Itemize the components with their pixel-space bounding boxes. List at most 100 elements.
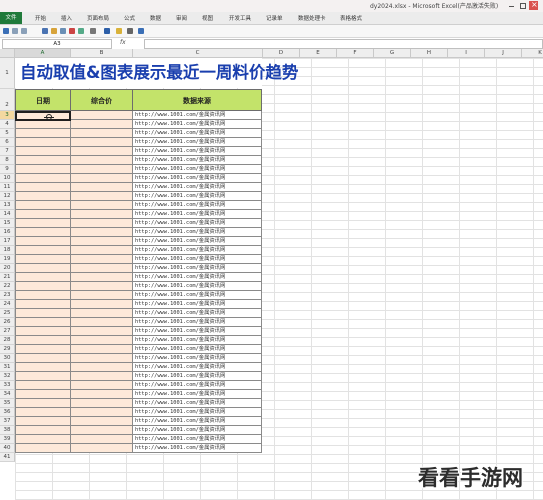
date-cell[interactable] — [15, 138, 71, 147]
source-url-cell[interactable]: http://www.1001.com/金属资讯网 — [132, 354, 262, 363]
column-header[interactable]: H — [411, 49, 448, 58]
source-url-cell[interactable]: http://www.1001.com/金属资讯网 — [132, 345, 262, 354]
date-cell[interactable] — [15, 309, 71, 318]
row-header[interactable]: 8 — [0, 156, 15, 165]
price-cell[interactable] — [70, 120, 133, 129]
date-cell[interactable] — [15, 174, 71, 183]
row-header[interactable]: 37 — [0, 417, 15, 426]
date-cell[interactable] — [15, 318, 71, 327]
date-cell[interactable] — [15, 237, 71, 246]
source-url-cell[interactable]: http://www.1001.com/金属资讯网 — [132, 372, 262, 381]
format-icon[interactable] — [69, 28, 75, 34]
price-cell[interactable] — [70, 237, 133, 246]
price-cell[interactable] — [70, 273, 133, 282]
row-header[interactable]: 14 — [0, 210, 15, 219]
date-cell[interactable] — [15, 228, 71, 237]
date-cell[interactable] — [15, 408, 71, 417]
date-cell[interactable] — [15, 399, 71, 408]
price-cell[interactable] — [70, 219, 133, 228]
tab-view[interactable]: 视图 — [202, 14, 213, 22]
row-header[interactable]: 39 — [0, 435, 15, 444]
source-url-cell[interactable]: http://www.1001.com/金属资讯网 — [132, 417, 262, 426]
source-url-cell[interactable]: http://www.1001.com/金属资讯网 — [132, 435, 262, 444]
date-cell[interactable] — [15, 147, 71, 156]
date-cell[interactable] — [15, 219, 71, 228]
column-header[interactable]: E — [300, 49, 337, 58]
date-cell[interactable] — [15, 291, 71, 300]
minimize-icon[interactable] — [507, 1, 516, 10]
price-cell[interactable] — [70, 165, 133, 174]
source-url-cell[interactable]: http://www.1001.com/金属资讯网 — [132, 327, 262, 336]
date-cell[interactable] — [15, 183, 71, 192]
tab-data-card[interactable]: 数据处理卡 — [298, 14, 326, 22]
price-cell[interactable] — [70, 363, 133, 372]
source-url-cell[interactable]: http://www.1001.com/金属资讯网 — [132, 138, 262, 147]
source-url-cell[interactable]: http://www.1001.com/金属资讯网 — [132, 363, 262, 372]
tab-developer[interactable]: 开发工具 — [229, 14, 251, 22]
date-cell[interactable] — [15, 255, 71, 264]
font-color-icon[interactable] — [104, 28, 110, 34]
source-url-cell[interactable]: http://www.1001.com/金属资讯网 — [132, 255, 262, 264]
source-url-cell[interactable]: http://www.1001.com/金属资讯网 — [132, 183, 262, 192]
row-header[interactable]: 29 — [0, 345, 15, 354]
column-header[interactable]: C — [133, 49, 263, 58]
date-cell[interactable] — [15, 381, 71, 390]
price-cell[interactable] — [70, 264, 133, 273]
print-icon[interactable] — [42, 28, 48, 34]
header-price[interactable]: 综合价 — [70, 89, 133, 111]
date-cell[interactable] — [15, 300, 71, 309]
source-url-cell[interactable]: http://www.1001.com/金属资讯网 — [132, 426, 262, 435]
price-cell[interactable] — [70, 129, 133, 138]
column-header[interactable]: F — [337, 49, 374, 58]
borders-icon[interactable] — [127, 28, 133, 34]
date-cell[interactable] — [15, 363, 71, 372]
date-cell[interactable] — [15, 417, 71, 426]
row-header[interactable]: 18 — [0, 246, 15, 255]
date-cell[interactable] — [15, 273, 71, 282]
formula-input[interactable] — [144, 39, 543, 49]
row-header[interactable]: 24 — [0, 300, 15, 309]
source-url-cell[interactable]: http://www.1001.com/金属资讯网 — [132, 282, 262, 291]
row-header[interactable]: 5 — [0, 129, 15, 138]
price-cell[interactable] — [70, 426, 133, 435]
date-cell[interactable] — [15, 435, 71, 444]
source-url-cell[interactable]: http://www.1001.com/金属资讯网 — [132, 210, 262, 219]
tab-home[interactable]: 开始 — [35, 14, 46, 22]
tab-data[interactable]: 数据 — [150, 14, 161, 22]
price-cell[interactable] — [70, 201, 133, 210]
price-cell[interactable] — [70, 327, 133, 336]
source-url-cell[interactable]: http://www.1001.com/金属资讯网 — [132, 408, 262, 417]
align-icon[interactable] — [138, 28, 144, 34]
price-cell[interactable] — [70, 156, 133, 165]
name-box[interactable]: A3 — [2, 39, 112, 49]
row-header[interactable]: 26 — [0, 318, 15, 327]
price-cell[interactable] — [70, 111, 133, 120]
row-header[interactable]: 40 — [0, 444, 15, 453]
price-cell[interactable] — [70, 183, 133, 192]
price-cell[interactable] — [70, 444, 133, 453]
row-header[interactable]: 31 — [0, 363, 15, 372]
price-cell[interactable] — [70, 336, 133, 345]
date-cell[interactable] — [15, 192, 71, 201]
column-header[interactable]: B — [71, 49, 133, 58]
active-cell-a3[interactable] — [15, 111, 71, 121]
row-header[interactable]: 6 — [0, 138, 15, 147]
source-url-cell[interactable]: http://www.1001.com/金属资讯网 — [132, 201, 262, 210]
price-cell[interactable] — [70, 147, 133, 156]
source-url-cell[interactable]: http://www.1001.com/金属资讯网 — [132, 381, 262, 390]
row-header[interactable]: 35 — [0, 399, 15, 408]
source-url-cell[interactable]: http://www.1001.com/金属资讯网 — [132, 336, 262, 345]
price-cell[interactable] — [70, 435, 133, 444]
price-cell[interactable] — [70, 246, 133, 255]
source-url-cell[interactable]: http://www.1001.com/金属资讯网 — [132, 300, 262, 309]
column-header[interactable]: I — [448, 49, 485, 58]
source-url-cell[interactable]: http://www.1001.com/金属资讯网 — [132, 165, 262, 174]
source-url-cell[interactable]: http://www.1001.com/金属资讯网 — [132, 228, 262, 237]
source-url-cell[interactable]: http://www.1001.com/金属资讯网 — [132, 129, 262, 138]
date-cell[interactable] — [15, 336, 71, 345]
row-header[interactable]: 2 — [0, 89, 15, 111]
preview-icon[interactable] — [60, 28, 66, 34]
price-cell[interactable] — [70, 228, 133, 237]
price-cell[interactable] — [70, 192, 133, 201]
source-url-cell[interactable]: http://www.1001.com/金属资讯网 — [132, 192, 262, 201]
